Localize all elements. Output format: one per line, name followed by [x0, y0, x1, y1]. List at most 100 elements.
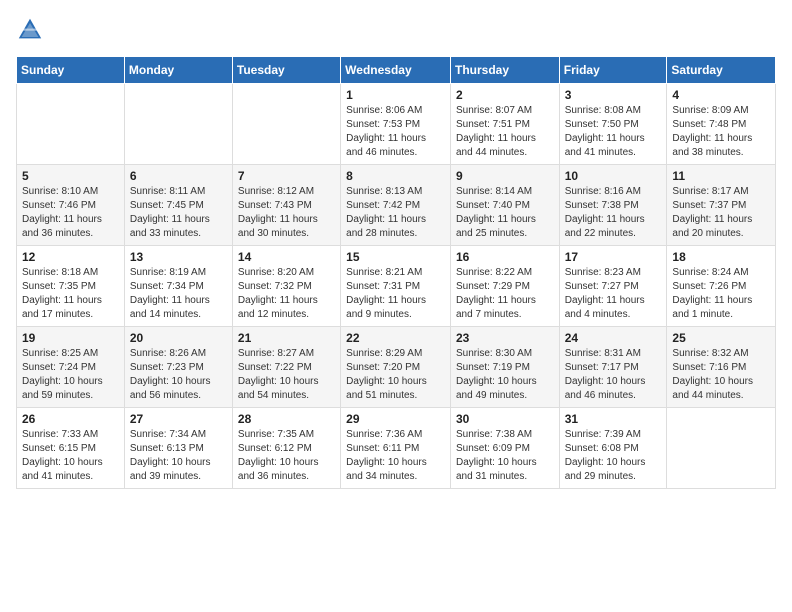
calendar-cell: 2 Sunrise: 8:07 AM Sunset: 7:51 PM Daylig…: [450, 84, 559, 165]
calendar-cell: 6 Sunrise: 8:11 AM Sunset: 7:45 PM Daylig…: [124, 165, 232, 246]
calendar-cell: 27 Sunrise: 7:34 AM Sunset: 6:13 PM Dayli…: [124, 408, 232, 489]
weekday-header-sunday: Sunday: [17, 57, 125, 84]
day-info: Sunrise: 8:23 AM Sunset: 7:27 PM Dayligh…: [565, 266, 662, 322]
day-number: 28: [238, 412, 335, 426]
calendar: SundayMondayTuesdayWednesdayThursdayFrid…: [16, 56, 776, 489]
day-number: 10: [565, 169, 662, 183]
day-info: Sunrise: 8:19 AM Sunset: 7:34 PM Dayligh…: [130, 266, 227, 322]
day-info: Sunrise: 8:07 AM Sunset: 7:51 PM Dayligh…: [456, 104, 554, 160]
day-info: Sunrise: 8:13 AM Sunset: 7:42 PM Dayligh…: [346, 185, 445, 241]
calendar-cell: [232, 84, 340, 165]
calendar-cell: 14 Sunrise: 8:20 AM Sunset: 7:32 PM Dayli…: [232, 246, 340, 327]
day-number: 14: [238, 250, 335, 264]
day-number: 6: [130, 169, 227, 183]
calendar-cell: 1 Sunrise: 8:06 AM Sunset: 7:53 PM Daylig…: [341, 84, 451, 165]
day-info: Sunrise: 8:22 AM Sunset: 7:29 PM Dayligh…: [456, 266, 554, 322]
calendar-cell: 8 Sunrise: 8:13 AM Sunset: 7:42 PM Daylig…: [341, 165, 451, 246]
day-info: Sunrise: 8:27 AM Sunset: 7:22 PM Dayligh…: [238, 347, 335, 403]
weekday-header-monday: Monday: [124, 57, 232, 84]
week-row-1: 1 Sunrise: 8:06 AM Sunset: 7:53 PM Daylig…: [17, 84, 776, 165]
day-info: Sunrise: 7:34 AM Sunset: 6:13 PM Dayligh…: [130, 428, 227, 484]
day-number: 5: [22, 169, 119, 183]
day-info: Sunrise: 8:14 AM Sunset: 7:40 PM Dayligh…: [456, 185, 554, 241]
day-number: 2: [456, 88, 554, 102]
weekday-header-wednesday: Wednesday: [341, 57, 451, 84]
day-number: 31: [565, 412, 662, 426]
day-info: Sunrise: 8:09 AM Sunset: 7:48 PM Dayligh…: [672, 104, 770, 160]
day-info: Sunrise: 8:16 AM Sunset: 7:38 PM Dayligh…: [565, 185, 662, 241]
day-number: 9: [456, 169, 554, 183]
day-number: 27: [130, 412, 227, 426]
day-number: 30: [456, 412, 554, 426]
weekday-header-saturday: Saturday: [667, 57, 776, 84]
logo-icon: [16, 16, 44, 44]
week-row-2: 5Sunrise: 8:10 AM Sunset: 7:46 PM Daylig…: [17, 165, 776, 246]
day-number: 24: [565, 331, 662, 345]
calendar-cell: 16 Sunrise: 8:22 AM Sunset: 7:29 PM Dayli…: [450, 246, 559, 327]
day-info: Sunrise: 7:38 AM Sunset: 6:09 PM Dayligh…: [456, 428, 554, 484]
calendar-cell: 20 Sunrise: 8:26 AM Sunset: 7:23 PM Dayli…: [124, 327, 232, 408]
day-number: 1: [346, 88, 445, 102]
day-number: 7: [238, 169, 335, 183]
calendar-cell: 15Sunrise: 8:21 AM Sunset: 7:31 PM Dayli…: [341, 246, 451, 327]
day-info: Sunrise: 7:35 AM Sunset: 6:12 PM Dayligh…: [238, 428, 335, 484]
calendar-cell: 18 Sunrise: 8:24 AM Sunset: 7:26 PM Dayli…: [667, 246, 776, 327]
day-number: 26: [22, 412, 119, 426]
day-number: 29: [346, 412, 445, 426]
day-info: Sunrise: 8:20 AM Sunset: 7:32 PM Dayligh…: [238, 266, 335, 322]
day-info: Sunrise: 8:25 AM Sunset: 7:24 PM Dayligh…: [22, 347, 119, 403]
calendar-cell: 22 Sunrise: 8:29 AM Sunset: 7:20 PM Dayli…: [341, 327, 451, 408]
weekday-header-tuesday: Tuesday: [232, 57, 340, 84]
day-number: 11: [672, 169, 770, 183]
calendar-cell: [124, 84, 232, 165]
calendar-cell: 31Sunrise: 7:39 AM Sunset: 6:08 PM Dayli…: [559, 408, 667, 489]
day-info: Sunrise: 8:31 AM Sunset: 7:17 PM Dayligh…: [565, 347, 662, 403]
week-row-3: 12 Sunrise: 8:18 AM Sunset: 7:35 PM Dayli…: [17, 246, 776, 327]
day-info: Sunrise: 8:06 AM Sunset: 7:53 PM Dayligh…: [346, 104, 445, 160]
calendar-cell: 19 Sunrise: 8:25 AM Sunset: 7:24 PM Dayli…: [17, 327, 125, 408]
day-info: Sunrise: 8:18 AM Sunset: 7:35 PM Dayligh…: [22, 266, 119, 322]
calendar-cell: 29 Sunrise: 7:36 AM Sunset: 6:11 PM Dayli…: [341, 408, 451, 489]
day-info: Sunrise: 8:11 AM Sunset: 7:45 PM Dayligh…: [130, 185, 227, 241]
day-number: 4: [672, 88, 770, 102]
day-number: 13: [130, 250, 227, 264]
day-info: Sunrise: 8:08 AM Sunset: 7:50 PM Dayligh…: [565, 104, 662, 160]
calendar-cell: 11Sunrise: 8:17 AM Sunset: 7:37 PM Dayli…: [667, 165, 776, 246]
calendar-cell: 30 Sunrise: 7:38 AM Sunset: 6:09 PM Dayli…: [450, 408, 559, 489]
calendar-cell: 25 Sunrise: 8:32 AM Sunset: 7:16 PM Dayli…: [667, 327, 776, 408]
day-number: 19: [22, 331, 119, 345]
day-number: 20: [130, 331, 227, 345]
day-info: Sunrise: 8:32 AM Sunset: 7:16 PM Dayligh…: [672, 347, 770, 403]
day-number: 8: [346, 169, 445, 183]
week-row-5: 26 Sunrise: 7:33 AM Sunset: 6:15 PM Dayli…: [17, 408, 776, 489]
calendar-cell: 13 Sunrise: 8:19 AM Sunset: 7:34 PM Dayli…: [124, 246, 232, 327]
calendar-cell: 23Sunrise: 8:30 AM Sunset: 7:19 PM Dayli…: [450, 327, 559, 408]
weekday-header-thursday: Thursday: [450, 57, 559, 84]
weekday-header-friday: Friday: [559, 57, 667, 84]
calendar-cell: [17, 84, 125, 165]
day-info: Sunrise: 7:36 AM Sunset: 6:11 PM Dayligh…: [346, 428, 445, 484]
day-info: Sunrise: 8:26 AM Sunset: 7:23 PM Dayligh…: [130, 347, 227, 403]
calendar-cell: 10 Sunrise: 8:16 AM Sunset: 7:38 PM Dayli…: [559, 165, 667, 246]
day-number: 25: [672, 331, 770, 345]
day-info: Sunrise: 8:12 AM Sunset: 7:43 PM Dayligh…: [238, 185, 335, 241]
calendar-cell: 3 Sunrise: 8:08 AM Sunset: 7:50 PM Daylig…: [559, 84, 667, 165]
day-info: Sunrise: 7:33 AM Sunset: 6:15 PM Dayligh…: [22, 428, 119, 484]
day-number: 3: [565, 88, 662, 102]
calendar-cell: 5Sunrise: 8:10 AM Sunset: 7:46 PM Daylig…: [17, 165, 125, 246]
day-number: 22: [346, 331, 445, 345]
day-number: 17: [565, 250, 662, 264]
week-row-4: 19 Sunrise: 8:25 AM Sunset: 7:24 PM Dayli…: [17, 327, 776, 408]
day-number: 15: [346, 250, 445, 264]
calendar-cell: 9 Sunrise: 8:14 AM Sunset: 7:40 PM Daylig…: [450, 165, 559, 246]
calendar-cell: 17 Sunrise: 8:23 AM Sunset: 7:27 PM Dayli…: [559, 246, 667, 327]
calendar-cell: 4 Sunrise: 8:09 AM Sunset: 7:48 PM Daylig…: [667, 84, 776, 165]
calendar-cell: [667, 408, 776, 489]
day-info: Sunrise: 8:24 AM Sunset: 7:26 PM Dayligh…: [672, 266, 770, 322]
calendar-cell: 24 Sunrise: 8:31 AM Sunset: 7:17 PM Dayli…: [559, 327, 667, 408]
calendar-cell: 28 Sunrise: 7:35 AM Sunset: 6:12 PM Dayli…: [232, 408, 340, 489]
day-number: 18: [672, 250, 770, 264]
day-info: Sunrise: 8:29 AM Sunset: 7:20 PM Dayligh…: [346, 347, 445, 403]
day-number: 12: [22, 250, 119, 264]
day-number: 16: [456, 250, 554, 264]
